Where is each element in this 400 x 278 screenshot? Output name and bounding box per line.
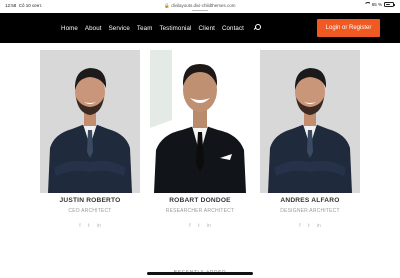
status-indicators: 65 % xyxy=(363,2,395,7)
linkedin-icon[interactable]: in xyxy=(317,223,321,229)
team-photo xyxy=(40,50,140,193)
team-card-robart-dondoe: ROBART DONDOE RESEARCHER ARCHITECT f 𝕥 i… xyxy=(150,50,250,229)
team-photo xyxy=(260,50,360,193)
nav-link-home[interactable]: Home xyxy=(61,25,78,32)
team-card-justin-roberto: JUSTIN ROBERTO CEO ARCHITECT f 𝕥 in xyxy=(40,50,140,229)
twitter-icon[interactable]: 𝕥 xyxy=(308,223,310,229)
member-role: CEO ARCHITECT xyxy=(68,208,112,214)
member-role: RESEARCHER ARCHITECT xyxy=(165,208,235,214)
nav-link-testimonial[interactable]: Testimonial xyxy=(159,25,191,32)
social-links: f 𝕥 in xyxy=(260,223,360,229)
status-bar: 12:58 Cô 10 сент. 🔒 divilayouts.divi-chi… xyxy=(0,0,400,13)
nav-menu: Home About Service Team Testimonial Clie… xyxy=(61,13,261,43)
wifi-icon xyxy=(363,2,370,7)
twitter-icon[interactable]: 𝕥 xyxy=(198,223,200,229)
battery-icon xyxy=(384,2,395,7)
team-photo xyxy=(150,50,250,193)
site-navbar: Home About Service Team Testimonial Clie… xyxy=(0,13,400,43)
nav-link-client[interactable]: Client xyxy=(199,25,215,32)
member-name: ANDRES ALFARO xyxy=(280,197,340,204)
linkedin-icon[interactable]: in xyxy=(97,223,101,229)
nav-link-team[interactable]: Team xyxy=(137,25,153,32)
search-icon[interactable] xyxy=(253,24,261,32)
social-links: f 𝕥 in xyxy=(150,223,250,229)
member-role: DESIGNER ARCHITECT xyxy=(280,208,340,214)
nav-link-contact[interactable]: Contact xyxy=(222,25,244,32)
twitter-icon[interactable]: 𝕥 xyxy=(88,223,90,229)
nav-link-about[interactable]: About xyxy=(85,25,102,32)
facebook-icon[interactable]: f xyxy=(299,223,300,229)
url-bar[interactable]: 🔒 divilayouts.divi-childthemes.com xyxy=(0,3,400,9)
facebook-icon[interactable]: f xyxy=(189,223,190,229)
multitask-dots xyxy=(192,10,208,11)
facebook-icon[interactable]: f xyxy=(79,223,80,229)
battery-percent: 65 % xyxy=(371,2,382,7)
home-indicator[interactable] xyxy=(147,272,253,275)
linkedin-icon[interactable]: in xyxy=(207,223,211,229)
member-name: ROBART DONDOE xyxy=(169,197,231,204)
team-card-andres-alfaro: ANDRES ALFARO DESIGNER ARCHITECT f 𝕥 in xyxy=(260,50,360,229)
member-name: JUSTIN ROBERTO xyxy=(59,197,121,204)
login-register-button[interactable]: Login or Register xyxy=(317,19,380,37)
nav-link-service[interactable]: Service xyxy=(109,25,130,32)
social-links: f 𝕥 in xyxy=(40,223,140,229)
